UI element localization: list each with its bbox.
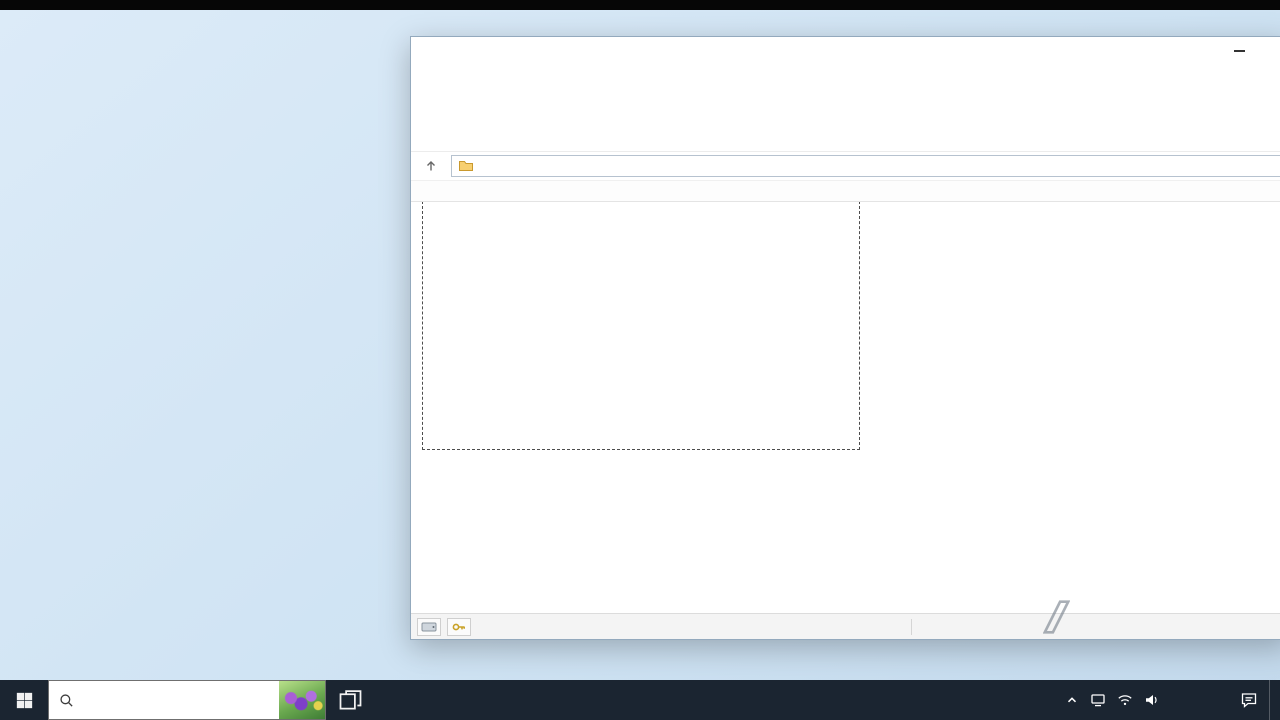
action-center-icon[interactable]	[1240, 691, 1258, 709]
task-view-icon	[339, 689, 361, 709]
anyrun-watermark	[1034, 599, 1079, 635]
tray-volume-icon[interactable]	[1144, 692, 1160, 708]
minimize-icon	[1233, 50, 1245, 52]
up-directory-button[interactable]	[417, 156, 445, 176]
taskbar-search[interactable]	[48, 680, 326, 720]
tray-chevron-up-icon[interactable]	[1065, 693, 1079, 707]
key-status-icon[interactable]	[447, 617, 471, 636]
search-input[interactable]	[82, 692, 279, 708]
show-desktop-button[interactable]	[1269, 680, 1274, 720]
start-button[interactable]	[0, 680, 48, 720]
screen	[0, 0, 1280, 720]
tray-network-icon[interactable]	[1090, 692, 1106, 708]
address-field[interactable]	[451, 155, 1280, 177]
winrar-window	[410, 36, 1280, 640]
title-bar[interactable]	[411, 37, 1280, 65]
anyrun-logo-icon	[1043, 599, 1070, 635]
taskbar	[0, 680, 1280, 720]
disk-status-icon[interactable]	[417, 617, 441, 636]
task-view-button[interactable]	[326, 680, 374, 720]
top-black-strip	[0, 0, 1280, 10]
toolbar	[411, 90, 1280, 152]
search-icon	[59, 693, 74, 708]
tray-wifi-icon[interactable]	[1117, 692, 1133, 708]
address-bar	[411, 152, 1280, 180]
windows-logo-icon	[16, 692, 32, 708]
up-arrow-icon	[427, 161, 435, 171]
minimize-button[interactable]	[1217, 37, 1261, 65]
system-tray	[1065, 680, 1280, 720]
selection-marquee	[422, 202, 860, 450]
status-divider	[911, 618, 912, 635]
column-headers	[411, 180, 1280, 202]
status-bar	[411, 613, 1280, 639]
search-highlight-image[interactable]	[279, 681, 325, 719]
file-list	[411, 202, 1280, 613]
taskbar-spacer	[374, 680, 1065, 720]
folder-icon	[458, 159, 474, 173]
menu-bar	[411, 65, 1280, 90]
